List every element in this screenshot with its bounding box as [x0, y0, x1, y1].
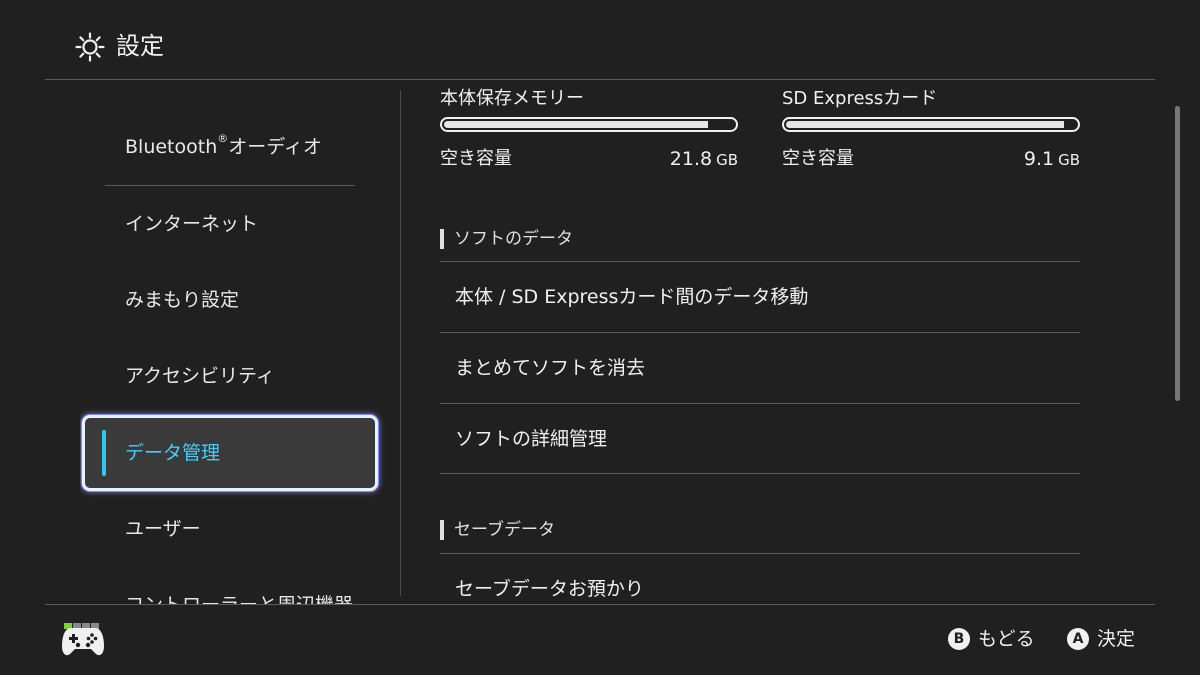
selection-indicator — [102, 430, 106, 476]
list-item-save-data-cloud[interactable]: セーブデータお預かり — [440, 554, 1080, 604]
header: 設定 — [45, 0, 1155, 80]
storage-usage-bar — [782, 117, 1080, 132]
a-button-icon: A — [1067, 628, 1089, 650]
b-button-icon: B — [948, 628, 970, 650]
sd-card-storage-panel: SD Expressカード 空き容量 9.1 GB — [782, 87, 1080, 171]
section-heading-software-data: ソフトのデータ — [440, 227, 573, 251]
free-space-row: 空き容量 9.1 GB — [782, 147, 1080, 171]
list-divider — [440, 473, 1080, 474]
free-space-label: 空き容量 — [440, 148, 512, 169]
section-heading-save-data: セーブデータ — [440, 518, 555, 542]
footer: B もどる A 決定 — [45, 604, 1155, 675]
sidebar-item-label: データ管理 — [125, 442, 221, 464]
back-hint[interactable]: B もどる — [948, 625, 1035, 653]
storage-usage-bar — [440, 117, 738, 132]
sidebar-item-internet[interactable]: インターネット — [105, 186, 355, 262]
list-item-bulk-delete[interactable]: まとめてソフトを消去 — [440, 333, 1080, 403]
page-title: 設定 — [116, 32, 164, 60]
sidebar-item-parental-controls[interactable]: みまもり設定 — [105, 262, 355, 338]
scrollbar[interactable] — [1175, 106, 1180, 401]
storage-usage-fill — [444, 121, 708, 128]
free-space-label: 空き容量 — [782, 148, 854, 169]
controller-icon — [62, 628, 104, 656]
storage-title: 本体保存メモリー — [440, 88, 584, 109]
main-content: 本体保存メモリー 空き容量 21.8 GB SD Expressカード 空き容量 … — [401, 81, 1181, 604]
free-space-value: 21.8 GB — [669, 148, 738, 170]
sidebar: Bluetooth®オーディオ インターネット みまもり設定 アクセシビリティ … — [80, 81, 400, 604]
sidebar-item-accessibility[interactable]: アクセシビリティ — [105, 338, 355, 414]
confirm-hint[interactable]: A 決定 — [1067, 625, 1135, 653]
gear-icon — [75, 32, 105, 62]
sidebar-item-data-management[interactable]: データ管理 — [82, 415, 378, 491]
list-item-software-details[interactable]: ソフトの詳細管理 — [440, 404, 1080, 474]
sidebar-item-users[interactable]: ユーザー — [105, 491, 355, 567]
sidebar-item-controllers[interactable]: コントローラーと周辺機器 — [105, 567, 355, 604]
storage-usage-fill — [786, 121, 1065, 128]
free-space-row: 空き容量 21.8 GB — [440, 147, 738, 171]
free-space-value: 9.1 GB — [1023, 148, 1080, 170]
list-item-move-data[interactable]: 本体 / SD Expressカード間のデータ移動 — [440, 262, 1080, 332]
storage-title: SD Expressカード — [782, 88, 938, 109]
internal-storage-panel: 本体保存メモリー 空き容量 21.8 GB — [440, 87, 738, 171]
settings-screen: 設定 Bluetooth®オーディオ インターネット みまもり設定 アクセシビリ… — [0, 0, 1200, 675]
sidebar-item-bluetooth-audio[interactable]: Bluetooth®オーディオ — [105, 109, 355, 185]
